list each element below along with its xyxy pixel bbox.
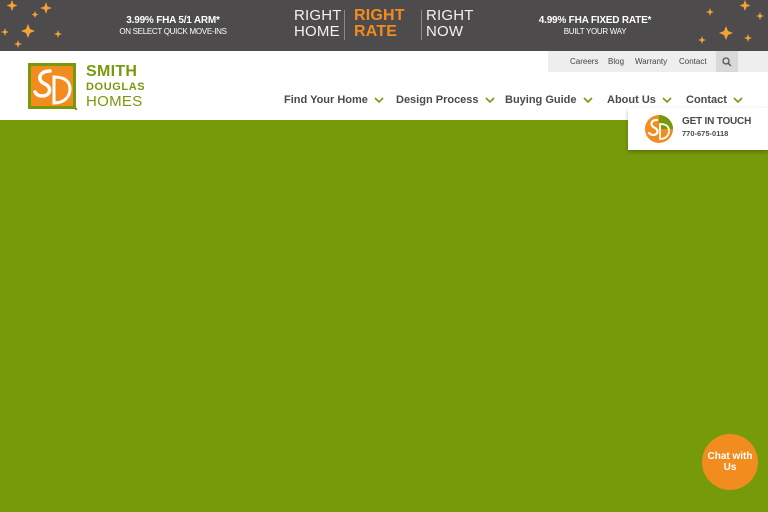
promo-right[interactable]: 4.99% FHA FIXED RATE* BUILT YOUR WAY bbox=[520, 15, 670, 37]
sd-monogram-icon bbox=[28, 63, 78, 111]
nav-label: Contact bbox=[686, 94, 727, 106]
rrn-divider bbox=[421, 10, 422, 40]
nav-contact[interactable]: Contact bbox=[686, 94, 743, 106]
utility-link-careers[interactable]: Careers bbox=[570, 57, 598, 66]
utility-link-contact[interactable]: Contact bbox=[679, 57, 707, 66]
chevron-down-icon bbox=[662, 97, 672, 104]
hero-section bbox=[0, 120, 768, 512]
promo-left-subtitle: ON SELECT QUICK MOVE-INS bbox=[119, 27, 227, 36]
sparkle-icon bbox=[1, 0, 62, 48]
promo-banner[interactable]: 3.99% FHA 5/1 ARM* ON SELECT QUICK MOVE-… bbox=[0, 0, 768, 51]
promo-right-subtitle: BUILT YOUR WAY bbox=[563, 27, 627, 36]
nav-find-your-home[interactable]: Find Your Home bbox=[284, 94, 384, 106]
chevron-down-icon bbox=[582, 97, 593, 104]
nav-label: About Us bbox=[607, 94, 656, 106]
promo-left-title: 3.99% FHA 5/1 ARM* bbox=[126, 15, 220, 26]
utility-link-blog[interactable]: Blog bbox=[608, 57, 624, 66]
rrn-right-home: RIGHT HOME bbox=[294, 8, 354, 40]
rrn-col3-line2: NOW bbox=[426, 23, 464, 40]
nav-label: Find Your Home bbox=[284, 94, 368, 106]
nav-label: Buying Guide bbox=[505, 94, 577, 106]
chevron-down-icon bbox=[374, 97, 384, 104]
site-logo[interactable]: SMITH DOUGLAS HOMES bbox=[28, 63, 152, 113]
utility-nav: Careers Blog Warranty Contact bbox=[548, 51, 768, 72]
rrn-col2-line1: RIGHT bbox=[354, 7, 405, 24]
right-home-rate-now[interactable]: RIGHT HOME RIGHT RATE RIGHT NOW bbox=[290, 8, 476, 44]
rrn-col1-line1: RIGHT bbox=[294, 7, 342, 24]
logo-line-homes: HOMES bbox=[86, 93, 143, 110]
get-in-touch-card[interactable]: GET IN TOUCH 770-675-0118 bbox=[628, 108, 768, 150]
get-in-touch-title: GET IN TOUCH bbox=[682, 116, 752, 127]
rrn-right-rate: RIGHT RATE bbox=[354, 8, 414, 40]
sparkle-icon bbox=[698, 0, 764, 44]
rrn-col2-line2: RATE bbox=[354, 23, 398, 40]
nav-label: Design Process bbox=[396, 94, 479, 106]
chat-button[interactable]: Chat with Us bbox=[702, 434, 758, 490]
sd-monogram-icon bbox=[645, 115, 673, 143]
rrn-right-now: RIGHT NOW bbox=[426, 8, 486, 40]
chevron-down-icon bbox=[484, 97, 495, 104]
nav-about-us[interactable]: About Us bbox=[607, 94, 672, 106]
utility-link-warranty[interactable]: Warranty bbox=[635, 57, 667, 66]
rrn-divider bbox=[344, 10, 345, 40]
nav-design-process[interactable]: Design Process bbox=[396, 94, 495, 106]
promo-right-title: 4.99% FHA FIXED RATE* bbox=[538, 15, 652, 26]
get-in-touch-phone[interactable]: 770-675-0118 bbox=[682, 129, 728, 138]
chevron-down-icon bbox=[733, 97, 743, 104]
rrn-col1-line2: HOME bbox=[294, 23, 340, 40]
chat-label-line2: Us bbox=[723, 462, 737, 473]
rrn-col3-line1: RIGHT bbox=[426, 7, 474, 24]
search-button[interactable] bbox=[716, 51, 738, 72]
logo-wordmark: SMITH DOUGLAS HOMES bbox=[86, 63, 145, 110]
chat-label-line1: Chat with bbox=[707, 451, 753, 462]
promo-left[interactable]: 3.99% FHA 5/1 ARM* ON SELECT QUICK MOVE-… bbox=[102, 15, 244, 37]
logo-line-smith: SMITH bbox=[86, 63, 138, 80]
nav-buying-guide[interactable]: Buying Guide bbox=[505, 94, 593, 106]
search-icon bbox=[722, 56, 732, 66]
